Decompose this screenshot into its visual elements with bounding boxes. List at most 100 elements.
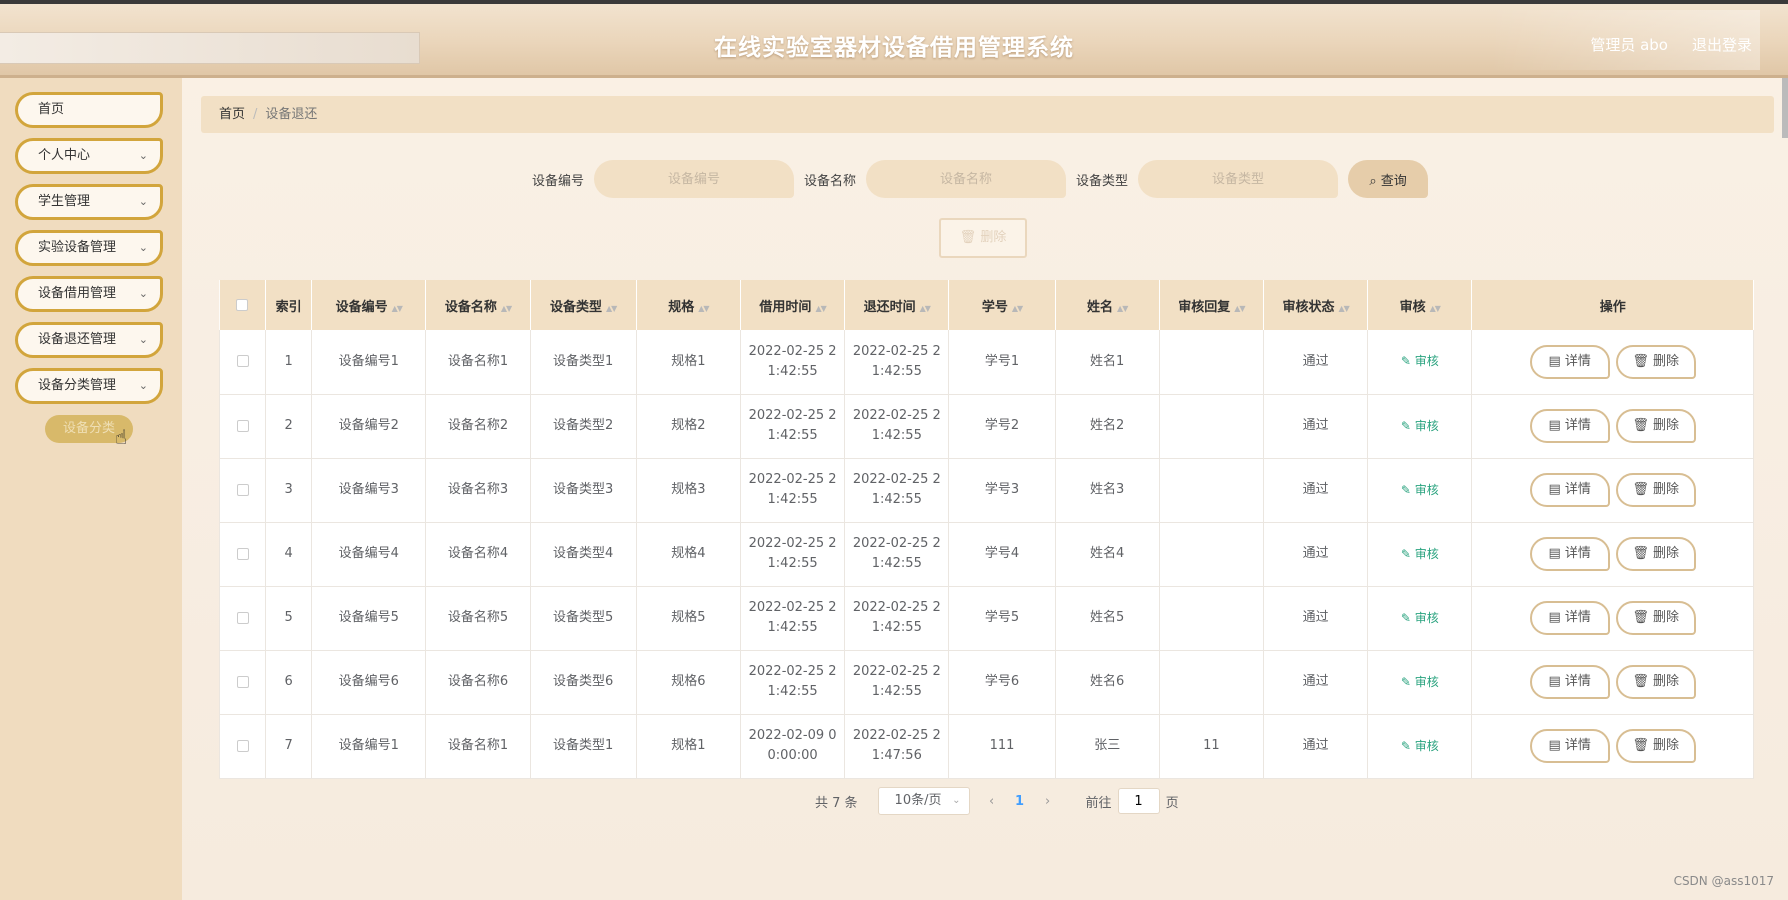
detail-button[interactable]: ▤ 详情	[1529, 344, 1610, 379]
column-header[interactable]: 设备编号 ▲▼	[311, 280, 427, 330]
cell-name: 设备名称6	[425, 650, 531, 715]
cell-student-name: 姓名1	[1055, 330, 1160, 395]
sidebar-item[interactable]: 个人中心 ⌄	[15, 138, 163, 174]
detail-button[interactable]: ▤ 详情	[1529, 409, 1610, 443]
page-size-value: 10条/页	[894, 793, 942, 808]
search-icon: ⌕	[1369, 173, 1377, 189]
trash-icon: 🗑	[1632, 353, 1649, 369]
delete-button[interactable]: 🗑 删除	[1615, 473, 1696, 507]
breadcrumb-home[interactable]: 首页	[219, 107, 245, 122]
search-label-type: 设备类型	[1076, 173, 1129, 189]
next-page-button[interactable]: ›	[1034, 794, 1062, 809]
row-checkbox[interactable]	[236, 675, 249, 688]
page-size-select[interactable]: 10条/页 ⌄	[877, 787, 970, 815]
delete-button[interactable]: 🗑 删除	[1615, 409, 1696, 443]
search-input-code[interactable]	[594, 160, 795, 198]
row-checkbox[interactable]	[236, 355, 249, 368]
row-select-cell[interactable]	[218, 714, 267, 779]
delete-button[interactable]: 🗑 删除	[1615, 729, 1696, 763]
sort-icon[interactable]: ▲▼	[815, 304, 826, 313]
row-checkbox[interactable]	[236, 547, 249, 560]
batch-delete-button[interactable]: 🗑 删除	[939, 218, 1027, 258]
column-header[interactable]: 审核 ▲▼	[1367, 280, 1473, 330]
detail-button[interactable]: ▤ 详情	[1529, 729, 1610, 763]
cell-status: 通过	[1263, 522, 1369, 587]
table-row: 5 设备编号5 设备名称5 设备类型5 规格5 2022-02-25 2 1:42:55 20…	[218, 586, 1754, 651]
row-checkbox[interactable]	[236, 419, 249, 432]
column-header[interactable]: 审核回复 ▲▼	[1159, 280, 1265, 330]
logout-link[interactable]: 退出登录	[1692, 34, 1752, 55]
column-header[interactable]: 规格 ▲▼	[636, 280, 741, 330]
row-select-cell[interactable]	[218, 458, 267, 523]
detail-button[interactable]: ▤ 详情	[1529, 473, 1610, 507]
sidebar-item[interactable]: 设备退还管理 ⌄	[15, 322, 163, 358]
table-row: 1 设备编号1 设备名称1 设备类型1 规格1 2022-02-25 2 1:42:55 20…	[218, 330, 1754, 395]
row-select-cell[interactable]	[218, 330, 267, 395]
cell-code: 设备编号5	[311, 586, 427, 651]
cell-code: 设备编号1	[311, 330, 427, 395]
audit-link[interactable]: ✎ 审核	[1401, 675, 1439, 689]
sort-icon[interactable]: ▲▼	[920, 304, 931, 313]
goto-page-input[interactable]	[1117, 788, 1160, 814]
edit-icon: ✎	[1400, 354, 1411, 369]
query-button[interactable]: ⌕ 查询	[1348, 160, 1429, 198]
audit-link[interactable]: ✎ 审核	[1401, 739, 1439, 753]
detail-button[interactable]: ▤ 详情	[1529, 665, 1610, 699]
sort-icon[interactable]: ▲▼	[501, 304, 512, 313]
cell-status: 通过	[1263, 650, 1369, 715]
cell-index: 1	[265, 330, 313, 395]
row-checkbox[interactable]	[236, 611, 249, 624]
column-header[interactable]: 借用时间 ▲▼	[740, 280, 846, 330]
row-select-cell[interactable]	[218, 586, 267, 651]
sort-icon[interactable]: ▲▼	[1430, 304, 1441, 313]
sort-icon[interactable]: ▲▼	[1012, 304, 1023, 313]
delete-button[interactable]: 🗑 删除	[1615, 665, 1696, 699]
sort-icon[interactable]: ▲▼	[392, 304, 403, 313]
sidebar-item[interactable]: 设备借用管理 ⌄	[15, 276, 163, 312]
sort-icon[interactable]: ▲▼	[1117, 304, 1128, 313]
row-checkbox[interactable]	[236, 739, 249, 752]
select-all-header[interactable]	[219, 280, 267, 330]
delete-button[interactable]: 🗑 删除	[1615, 344, 1696, 379]
sort-icon[interactable]: ▲▼	[1234, 304, 1245, 313]
detail-button[interactable]: ▤ 详情	[1529, 537, 1610, 571]
search-input-type[interactable]	[1138, 160, 1339, 198]
row-select-cell[interactable]	[218, 522, 267, 587]
cell-name: 设备名称2	[425, 394, 531, 459]
sidebar-item[interactable]: 学生管理 ⌄	[15, 184, 163, 220]
search-input-name[interactable]	[866, 160, 1067, 198]
audit-link[interactable]: ✎ 审核	[1401, 611, 1439, 625]
select-all-checkbox[interactable]	[236, 299, 249, 311]
delete-button[interactable]: 🗑 删除	[1615, 601, 1696, 635]
scrollbar[interactable]	[1782, 78, 1788, 138]
audit-link[interactable]: ✎ 审核	[1401, 354, 1439, 368]
column-header[interactable]: 设备名称 ▲▼	[425, 280, 531, 330]
edit-icon: ✎	[1400, 482, 1411, 497]
sidebar-item[interactable]: 实验设备管理 ⌄	[15, 230, 163, 266]
sidebar-item[interactable]: 设备分类管理 ⌄	[15, 368, 163, 404]
audit-link[interactable]: ✎ 审核	[1401, 547, 1439, 561]
delete-button[interactable]: 🗑 删除	[1615, 537, 1696, 571]
column-header[interactable]: 姓名 ▲▼	[1055, 280, 1160, 330]
sort-icon[interactable]: ▲▼	[606, 304, 617, 313]
cell-status: 通过	[1263, 394, 1369, 459]
column-header[interactable]: 审核状态 ▲▼	[1263, 280, 1369, 330]
audit-link[interactable]: ✎ 审核	[1401, 419, 1439, 433]
prev-page-button[interactable]: ‹	[978, 794, 1006, 809]
sort-icon[interactable]: ▲▼	[1338, 304, 1349, 313]
column-header[interactable]: 退还时间 ▲▼	[844, 280, 950, 330]
breadcrumb-separator: /	[253, 107, 258, 122]
column-header[interactable]: 设备类型 ▲▼	[530, 280, 637, 330]
cell-return-time: 2022-02-25 2 1:47:56	[844, 714, 950, 779]
cell-name: 设备名称3	[425, 458, 531, 523]
column-header[interactable]: 学号 ▲▼	[948, 280, 1056, 330]
row-select-cell[interactable]	[218, 394, 267, 459]
sidebar-item[interactable]: 首页	[15, 92, 163, 128]
page-number[interactable]: 1	[1006, 794, 1034, 809]
audit-link[interactable]: ✎ 审核	[1401, 483, 1439, 497]
sort-icon[interactable]: ▲▼	[698, 304, 709, 313]
row-checkbox[interactable]	[236, 483, 249, 496]
detail-button[interactable]: ▤ 详情	[1529, 601, 1610, 635]
current-user: 管理员 abo	[1590, 36, 1668, 54]
row-select-cell[interactable]	[218, 650, 267, 715]
